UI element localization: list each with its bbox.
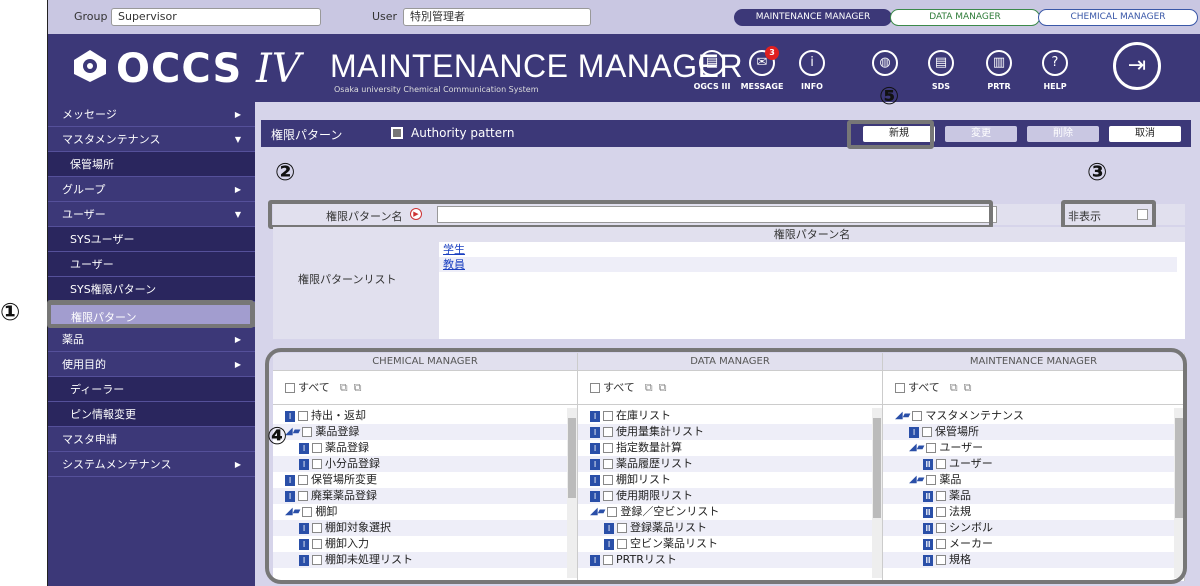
help-icon[interactable]: ? bbox=[1042, 50, 1068, 76]
sidebar-item-label: 薬品 bbox=[62, 333, 84, 346]
sidebar-item-dealer[interactable]: ディーラー bbox=[48, 377, 255, 402]
page-title: 権限パターン bbox=[271, 128, 343, 142]
highlight-name bbox=[268, 200, 993, 229]
chevron-right-icon: ▶ bbox=[234, 360, 241, 369]
change-button[interactable]: 変更 bbox=[945, 126, 1017, 142]
logo-text: OCCS bbox=[116, 46, 243, 92]
sidebar-item-pin-change[interactable]: ピン情報変更 bbox=[48, 402, 255, 427]
annotation-2: ② bbox=[275, 158, 296, 186]
sidebar-item-label: ユーザー bbox=[62, 208, 106, 221]
tab-maintenance-manager[interactable]: MAINTENANCE MANAGER bbox=[734, 9, 892, 26]
sds-icon[interactable]: ▤ bbox=[928, 50, 954, 76]
sidebar-item-label: グループ bbox=[62, 183, 106, 196]
annotation-3: ③ bbox=[1087, 158, 1108, 186]
highlight-permissions bbox=[265, 348, 1187, 584]
highlight-hidden bbox=[1061, 200, 1156, 229]
sidebar-item-label: SYS権限パターン bbox=[70, 283, 157, 296]
logo-mark-icon bbox=[74, 50, 106, 82]
sidebar-item-chemicals[interactable]: 薬品 ▶ bbox=[48, 327, 255, 352]
chevron-right-icon: ▶ bbox=[234, 335, 241, 344]
sidebar-item-user[interactable]: ユーザー ▼ bbox=[48, 202, 255, 227]
app-title: MAINTENANCE MANAGER bbox=[330, 48, 744, 84]
annotation-5: ⑤ bbox=[879, 82, 900, 110]
delete-button[interactable]: 削除 bbox=[1027, 126, 1099, 142]
chevron-right-icon: ▶ bbox=[234, 110, 241, 119]
logo-iv: IV bbox=[256, 46, 301, 92]
sidebar-item-user-sub[interactable]: ユーザー bbox=[48, 252, 255, 277]
sidebar-item-label: 使用目的 bbox=[62, 358, 106, 371]
sidebar-item-label: マスタ申請 bbox=[62, 433, 117, 446]
sidebar-item-sys-user[interactable]: SYSユーザー bbox=[48, 227, 255, 252]
group-field[interactable]: Supervisor bbox=[111, 8, 321, 26]
group-label: Group bbox=[74, 10, 108, 23]
sidebar-item-system-maintenance[interactable]: システムメンテナンス ▶ bbox=[48, 452, 255, 477]
exit-icon[interactable]: ⇥ bbox=[1113, 42, 1161, 90]
sidebar-item-group[interactable]: グループ ▶ bbox=[48, 177, 255, 202]
list-item[interactable]: 教員 bbox=[439, 257, 1177, 272]
book-icon[interactable]: ▤ bbox=[699, 50, 725, 76]
tab-data-manager[interactable]: DATA MANAGER bbox=[890, 9, 1040, 26]
app-window: Group Supervisor User 特別管理者 MAINTENANCE … bbox=[47, 0, 1200, 586]
main-panel: 権限パターン Authority pattern 新規 変更 削除 取消 ⑤ ②… bbox=[255, 82, 1200, 586]
chevron-right-icon: ▶ bbox=[234, 185, 241, 194]
highlight-new bbox=[847, 120, 934, 149]
highlight-authority-pattern bbox=[47, 300, 254, 328]
prtr-icon[interactable]: ▥ bbox=[986, 50, 1012, 76]
sidebar-item-label: マスタメンテナンス bbox=[62, 133, 161, 146]
chevron-down-icon: ▼ bbox=[234, 210, 241, 219]
prtr-label: PRTR bbox=[987, 82, 1011, 91]
chevron-down-icon: ▼ bbox=[234, 135, 241, 144]
sidebar-item-label: ユーザー bbox=[70, 258, 114, 271]
annotation-1: ① bbox=[0, 298, 21, 326]
sidebar-item-label: SYSユーザー bbox=[70, 233, 135, 246]
sidebar-item-label: ディーラー bbox=[70, 383, 125, 396]
list-item[interactable]: 学生 bbox=[439, 242, 1185, 257]
user-label: User bbox=[372, 10, 398, 23]
sidebar-item-master-maintenance[interactable]: マスタメンテナンス ▼ bbox=[48, 127, 255, 152]
message-badge: 3 bbox=[765, 46, 779, 60]
info-label: INFO bbox=[801, 82, 823, 91]
title-bar: 権限パターン Authority pattern 新規 変更 削除 取消 bbox=[261, 120, 1191, 147]
info-icon[interactable]: i bbox=[799, 50, 825, 76]
list-box: 権限パターン名 学生 教員 bbox=[439, 227, 1185, 339]
top-bar: Group Supervisor User 特別管理者 MAINTENANCE … bbox=[48, 0, 1200, 34]
sidebar-item-sys-authority[interactable]: SYS権限パターン bbox=[48, 277, 255, 302]
sidebar-item-message[interactable]: メッセージ ▶ bbox=[48, 102, 255, 127]
user-field[interactable]: 特別管理者 bbox=[403, 8, 591, 26]
tab-chemical-manager[interactable]: CHEMICAL MANAGER bbox=[1038, 9, 1198, 26]
annotation-4: ④ bbox=[267, 422, 288, 450]
app-subtitle: Osaka university Chemical Communication … bbox=[334, 85, 539, 94]
chevron-right-icon: ▶ bbox=[234, 460, 241, 469]
cancel-button[interactable]: 取消 bbox=[1109, 126, 1181, 142]
sidebar-item-storage[interactable]: 保管場所 bbox=[48, 152, 255, 177]
sidebar-item-label: 保管場所 bbox=[70, 158, 114, 171]
globe-icon[interactable]: ◍ bbox=[872, 50, 898, 76]
list-header: 権限パターン名 bbox=[439, 227, 1185, 242]
sidebar-item-master-request[interactable]: マスタ申請 bbox=[48, 427, 255, 452]
message-icon[interactable]: ✉ 3 bbox=[749, 46, 779, 76]
sidebar-item-purpose[interactable]: 使用目的 ▶ bbox=[48, 352, 255, 377]
list-frame: 権限パターンリスト 権限パターン名 学生 教員 bbox=[273, 227, 1185, 339]
sidebar-item-label: システムメンテナンス bbox=[62, 458, 172, 471]
sidebar-item-label: ピン情報変更 bbox=[70, 408, 136, 421]
list-label: 権限パターンリスト bbox=[298, 273, 397, 286]
page-title-en: Authority pattern bbox=[411, 126, 515, 140]
sds-label: SDS bbox=[931, 82, 951, 91]
sidebar: メッセージ ▶ マスタメンテナンス ▼ 保管場所 グループ ▶ ユーザー ▼ SYSユー… bbox=[48, 102, 255, 586]
app-header: OCCS IV MAINTENANCE MANAGER Osaka univer… bbox=[48, 34, 1200, 102]
square-icon bbox=[391, 127, 403, 139]
sidebar-item-label: メッセージ bbox=[62, 108, 117, 121]
help-label: HELP bbox=[1043, 82, 1067, 91]
